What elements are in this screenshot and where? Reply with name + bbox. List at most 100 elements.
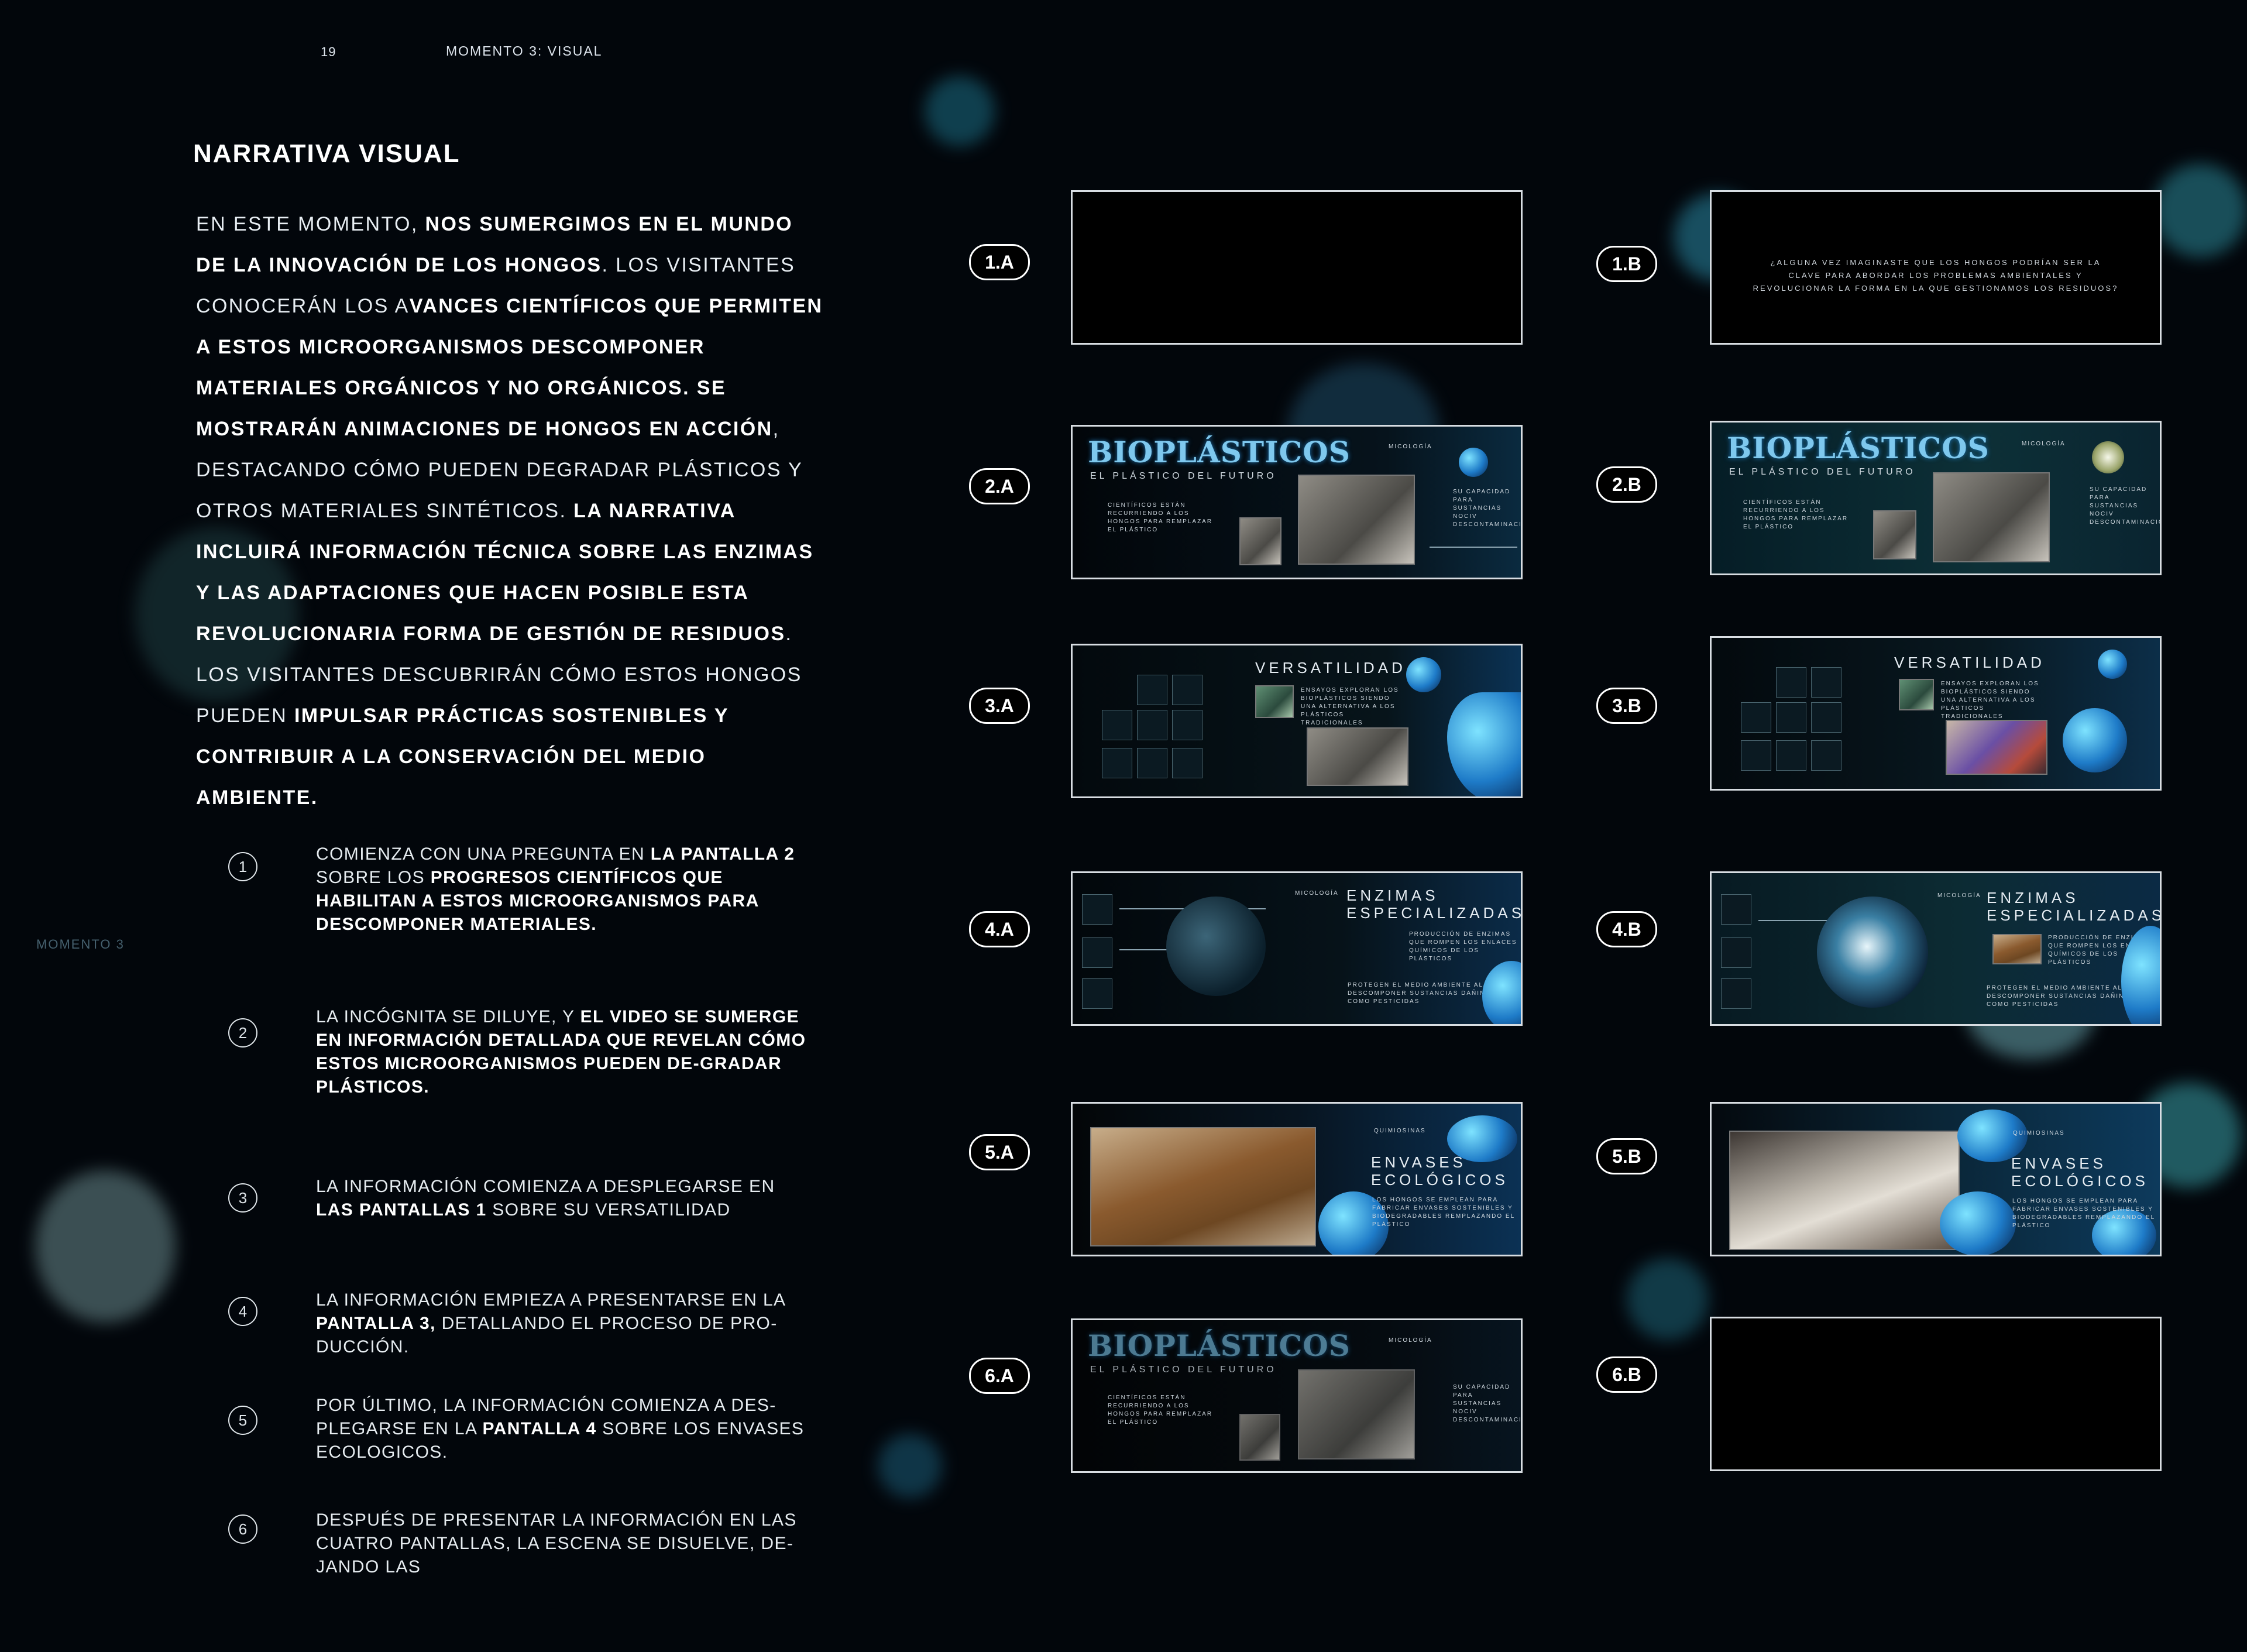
frame-6a: BIOPLÁSTICOS EL PLÁSTICO DEL FUTURO MICO… [1071, 1318, 1523, 1473]
frame-4a: MICOLOGÍA ENZIMAS ESPECIALIZADAS PRODUCC… [1071, 871, 1523, 1026]
frame-label-3a: 3.A [969, 688, 1030, 724]
intro-run: EN ESTE MOMENTO, [196, 213, 425, 235]
frame-title: BIOPLÁSTICOS [1088, 435, 1351, 469]
step-2: 2 LA INCÓGNITA SE DILUYE, Y EL VIDEO SE … [228, 1005, 813, 1099]
frame-left-text: CIENTÍFICOS ESTÁN RECURRIENDO A LOS HONG… [1108, 502, 1213, 533]
frame-1b: ¿ALGUNA VEZ IMAGINASTE QUE LOS HONGOS PO… [1710, 190, 2162, 345]
frame-photo-small [1239, 517, 1281, 565]
step-text: LA INFORMACIÓN COMIENZA A DESPLEGARSE EN… [316, 1177, 775, 1220]
step-number-circle: 3 [228, 1183, 257, 1213]
frame-tag: MICOLOGÍA [1389, 1337, 1432, 1344]
frame-photo-small [1899, 679, 1934, 710]
frame-label-6b: 6.B [1596, 1356, 1657, 1393]
frame-label-6a: 6.A [969, 1358, 1030, 1394]
frame-title-1: ENVASES [2011, 1155, 2107, 1172]
frame-4b: MICOLOGÍA ENZIMAS ESPECIALIZADAS PRODUCC… [1710, 871, 2162, 1026]
frame-3b: VERSATILIDAD ENSAYOS EXPLORAN LOS BIOPLÁ… [1710, 636, 2162, 791]
frame-label-2a: 2.A [969, 468, 1030, 504]
frame-photo-mycelium [1090, 1127, 1316, 1246]
frame-tag: MICOLOGÍA [1295, 890, 1339, 897]
frame-subtitle: EL PLÁSTICO DEL FUTURO [1729, 467, 1916, 477]
frame-3a: VERSATILIDAD ENSAYOS EXPLORAN LOS BIOPLÁ… [1071, 644, 1523, 798]
frame-tag: MICOLOGÍA [1937, 892, 1981, 899]
step-3: 3 LA INFORMACIÓN COMIENZA A DESPLEGARSE … [228, 1175, 813, 1269]
frame-orb [2092, 441, 2124, 473]
frame-tag: QUIMIOSINAS [2013, 1130, 2065, 1136]
frame-subtitle: EL PLÁSTICO DEL FUTURO [1090, 471, 1277, 481]
frame-photo-lab [1298, 1369, 1415, 1459]
step-text: POR ÚLTIMO, LA INFORMACIÓN COMIENZA A DE… [316, 1396, 805, 1462]
frame-right-text: SU CAPACIDAD PARA SUSTANCIAS NOCIV DESCO… [1453, 1384, 1523, 1423]
step-text: COMIENZA CON UNA PREGUNTA EN LA PANTALLA… [316, 844, 795, 934]
frame-photo-small [1873, 510, 1916, 559]
step-4: 4 LA INFORMACIÓN EMPIEZA A PRESENTARSE E… [228, 1289, 813, 1382]
step-text: DESPUÉS DE PRESENTAR LA INFORMACIÓN EN L… [316, 1510, 797, 1577]
step-5: 5 POR ÚLTIMO, LA INFORMACIÓN COMIENZA A … [228, 1394, 813, 1488]
frame-title-1: ENZIMAS [1987, 889, 2079, 906]
frame-subtitle: EL PLÁSTICO DEL FUTURO [1090, 1365, 1277, 1375]
frame-title: BIOPLÁSTICOS [1088, 1328, 1351, 1363]
frame-2b: BIOPLÁSTICOS EL PLÁSTICO DEL FUTURO MICO… [1710, 421, 2162, 575]
frame-tag: MICOLOGÍA [1389, 444, 1432, 450]
frame-body-text: PRODUCCIÓN DE ENZIMAS QUE ROMPEN LOS ENL… [1409, 931, 1517, 962]
step-1: 1 COMIENZA CON UNA PREGUNTA EN LA PANTAL… [228, 843, 813, 936]
frame-body-text: ENSAYOS EXPLORAN LOS BIOPLÁSTICOS SIENDO… [1941, 681, 2039, 720]
frame-blob [2063, 708, 2127, 772]
frame-connector [1430, 547, 1517, 548]
frame-photo-steam [1729, 1131, 1960, 1250]
frame-blob [1447, 692, 1521, 796]
frame-blob [1482, 961, 1521, 1024]
frame-right-text: SU CAPACIDAD PARA SUSTANCIAS NOCIV DESCO… [2090, 486, 2162, 526]
frame-label-3b: 3.B [1596, 688, 1657, 724]
frame-title: VERSATILIDAD [1255, 659, 1406, 676]
frame-right-text: SU CAPACIDAD PARA SUSTANCIAS NOCIV DESCO… [1453, 489, 1523, 528]
frame-blob [1940, 1191, 2016, 1255]
frame-1a [1071, 190, 1523, 345]
frame-label-5a: 5.A [969, 1134, 1030, 1170]
frame-label-1b: 1.B [1596, 246, 1657, 282]
frame-title: VERSATILIDAD [1894, 654, 2045, 671]
frame-left-text: CIENTÍFICOS ESTÁN RECURRIENDO A LOS HONG… [1743, 499, 1849, 530]
frame-cell-sphere [1817, 897, 1928, 1008]
frame-orb [2098, 650, 2127, 679]
frame-6b [1710, 1317, 2162, 1471]
frame-title-1: ENVASES [1371, 1153, 1466, 1171]
frame-title-2: ESPECIALIZADAS [1987, 906, 2162, 924]
frame-body-text: LOS HONGOS SE EMPLEAN PARA FABRICAR ENVA… [1372, 1197, 1515, 1228]
frame-tag: MICOLOGÍA [2022, 441, 2066, 447]
frame-5a: QUIMIOSINAS ENVASES ECOLÓGICOS LOS HONGO… [1071, 1102, 1523, 1256]
step-6: 6 DESPUÉS DE PRESENTAR LA INFORMACIÓN EN… [228, 1509, 813, 1602]
frame-photo-small [1255, 685, 1294, 718]
frame-label-1a: 1.A [969, 244, 1030, 280]
frame-2a: BIOPLÁSTICOS EL PLÁSTICO DEL FUTURO MICO… [1071, 425, 1523, 579]
frame-left-text: CIENTÍFICOS ESTÁN RECURRIENDO A LOS HONG… [1108, 1395, 1213, 1426]
frame-cell-sphere [1166, 897, 1266, 996]
frame-label-4b: 4.B [1596, 911, 1657, 947]
frame-label-2b: 2.B [1596, 466, 1657, 503]
step-number-circle: 5 [228, 1406, 257, 1435]
step-number-circle: 1 [228, 852, 257, 881]
step-text: LA INFORMACIÓN EMPIEZA A PRESENTARSE EN … [316, 1290, 785, 1356]
section-title: NARRATIVA VISUAL [193, 139, 461, 168]
frame-title-2: ECOLÓGICOS [2011, 1172, 2149, 1190]
frame-photo-lab [1933, 472, 2050, 562]
frame-question-text: ¿ALGUNA VEZ IMAGINASTE QUE LOS HONGOS PO… [1753, 258, 2119, 293]
step-number-circle: 2 [228, 1018, 257, 1047]
frame-body-text: LOS HONGOS SE EMPLEAN PARA FABRICAR ENVA… [2012, 1198, 2155, 1229]
frame-photo-small [1992, 934, 2042, 964]
step-number-circle: 6 [228, 1514, 257, 1544]
frame-orb [1406, 657, 1441, 692]
frame-orb [1459, 448, 1488, 477]
frame-title: BIOPLÁSTICOS [1727, 431, 1990, 465]
side-label: MOMENTO 3 [36, 937, 125, 952]
frame-tag: QUIMIOSINAS [1374, 1128, 1426, 1134]
frame-photo-small [1239, 1414, 1280, 1461]
step-text: LA INCÓGNITA SE DILUYE, Y EL VIDEO SE SU… [316, 1007, 806, 1097]
frame-title-2: ESPECIALIZADAS [1346, 904, 1523, 922]
frame-body-text: ENSAYOS EXPLORAN LOS BIOPLÁSTICOS SIENDO… [1301, 687, 1399, 726]
intro-paragraph: EN ESTE MOMENTO, NOS SUMERGIMOS EN EL MU… [196, 204, 828, 818]
frame-photo-lab [1307, 727, 1408, 786]
page-header-title: MOMENTO 3: VISUAL [446, 43, 603, 59]
frame-photo-lab [1298, 475, 1415, 565]
frame-title-2: ECOLÓGICOS [1371, 1171, 1509, 1189]
